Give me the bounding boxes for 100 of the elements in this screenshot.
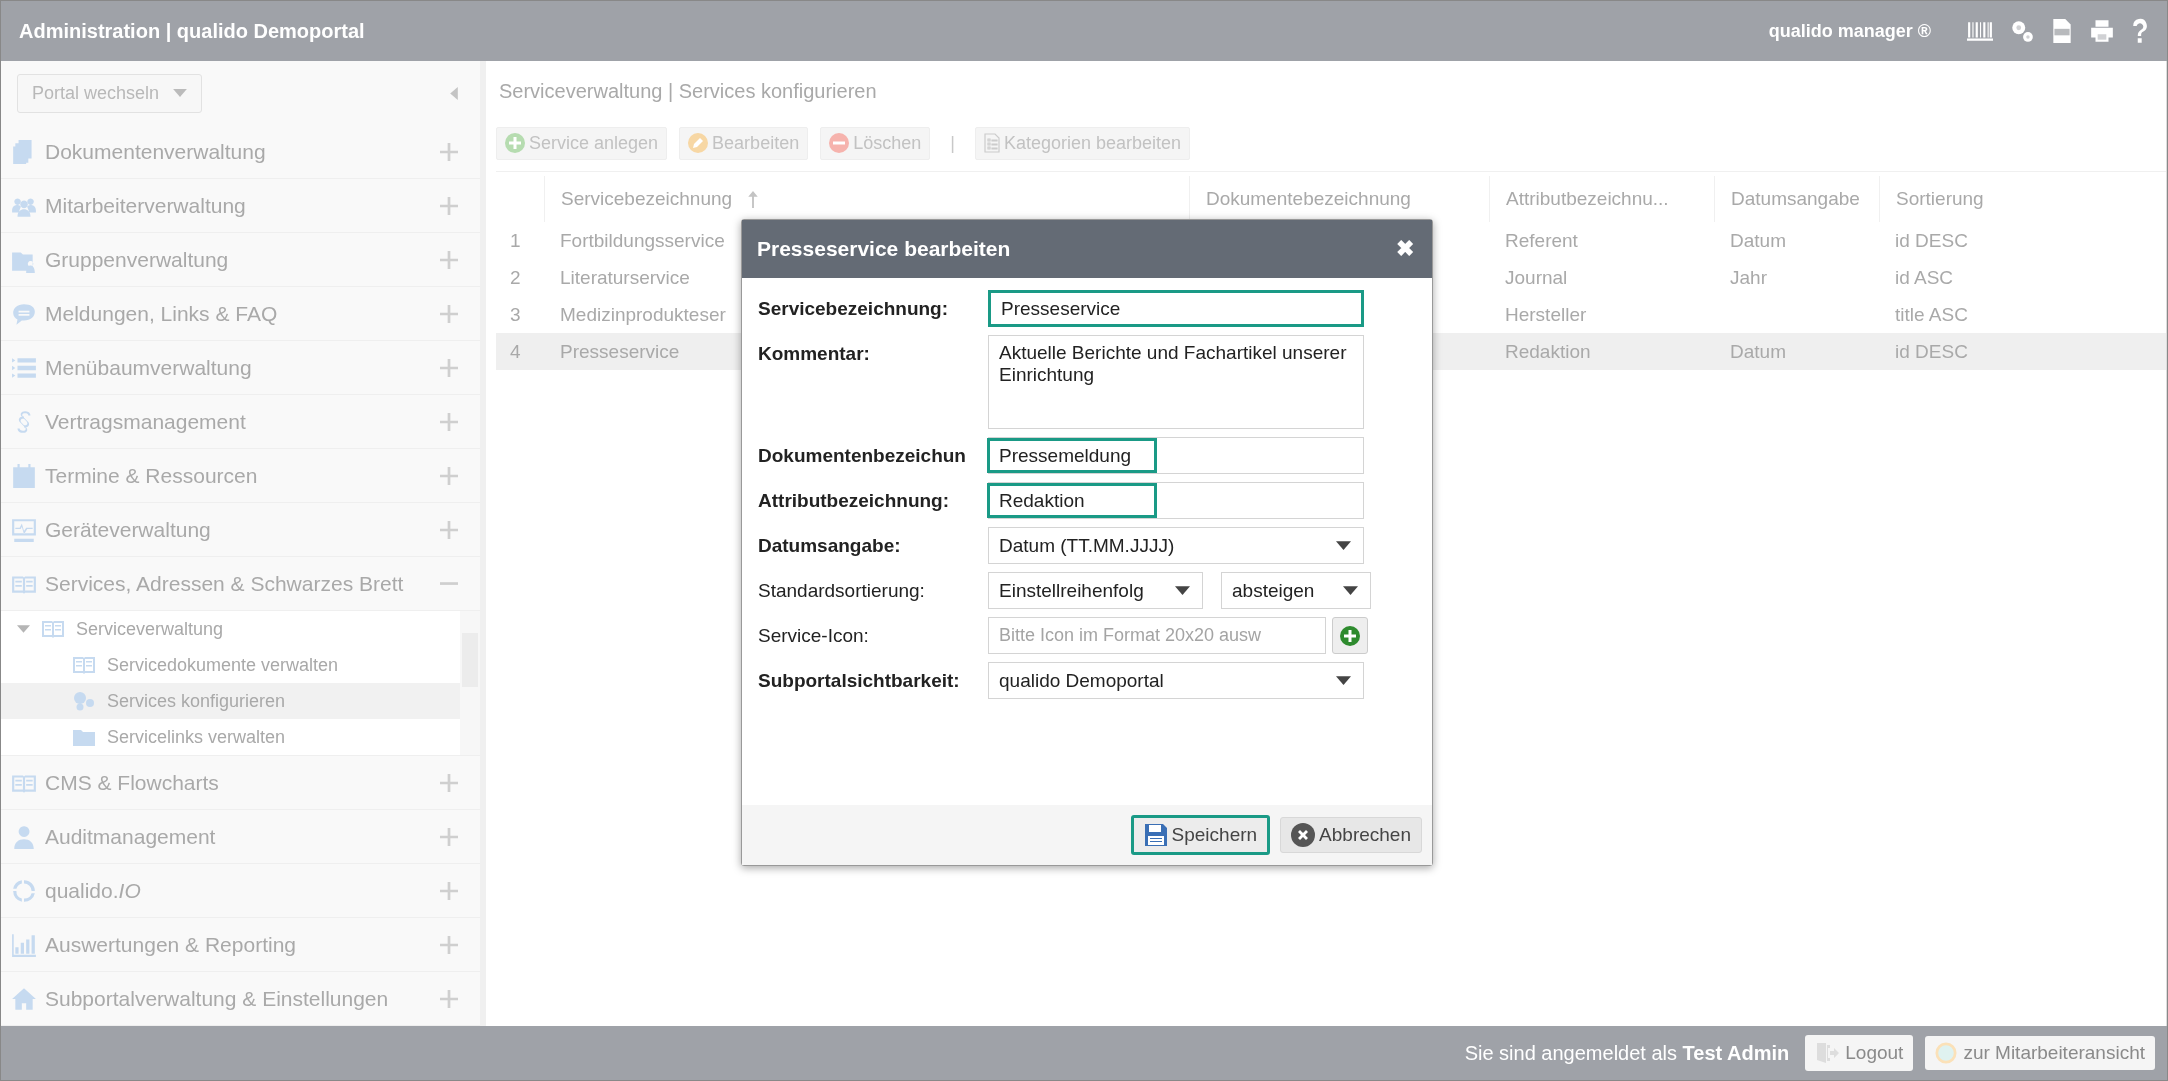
table-cell: Medizinprodukteser bbox=[560, 303, 726, 326]
nav-item[interactable]: Dokumentenverwaltung bbox=[1, 125, 480, 179]
caret-icon[interactable] bbox=[17, 625, 30, 633]
nav-label: CMS & Flowcharts bbox=[45, 770, 220, 795]
person-icon bbox=[11, 823, 37, 850]
plus-icon[interactable] bbox=[440, 773, 458, 792]
table-cell: id DESC bbox=[1895, 340, 1968, 363]
plus-icon[interactable] bbox=[440, 520, 458, 539]
tree-item[interactable]: Serviceverwaltung bbox=[1, 611, 460, 647]
field-label: Standardsortierung: bbox=[758, 579, 926, 602]
text-field[interactable]: Pressemeldung bbox=[988, 437, 1364, 474]
plus-icon[interactable] bbox=[440, 358, 458, 377]
printer-icon[interactable] bbox=[2089, 18, 2115, 44]
close-circle-icon bbox=[1291, 823, 1316, 847]
field-label: Kommentar: bbox=[758, 342, 871, 365]
nav-label: Menübaumverwaltung bbox=[45, 355, 253, 380]
add-icon-button[interactable] bbox=[1332, 617, 1368, 654]
tree-item[interactable]: Servicedokumente verwalten bbox=[1, 647, 460, 683]
save-button[interactable]: Speichern bbox=[1130, 815, 1271, 855]
logout-button[interactable]: Logout bbox=[1805, 1035, 1914, 1071]
dropdown[interactable]: Datum (TT.MM.JJJJ) bbox=[988, 527, 1364, 564]
nav-item[interactable]: Auditmanagement bbox=[1, 810, 480, 864]
nav-item[interactable]: Menübaumverwaltung bbox=[1, 341, 480, 395]
toolbar-separator: | bbox=[949, 132, 956, 154]
table-cell: Hersteller bbox=[1505, 303, 1587, 326]
nav-label: Gruppenverwaltung bbox=[45, 247, 230, 272]
nav-item[interactable]: Geräteverwaltung bbox=[1, 503, 480, 557]
dropdown[interactable]: qualido Demoportal bbox=[988, 662, 1364, 699]
tree-label: Serviceverwaltung bbox=[76, 618, 224, 640]
plus-icon[interactable] bbox=[440, 827, 458, 846]
plus-icon[interactable] bbox=[440, 935, 458, 954]
field-label: Service-Icon: bbox=[758, 624, 870, 647]
tree-item[interactable]: Services konfigurieren bbox=[1, 683, 460, 719]
nav-label: Termine & Ressourcen bbox=[45, 463, 259, 488]
caret-icon bbox=[1175, 586, 1190, 595]
document-icon[interactable] bbox=[2051, 18, 2073, 44]
field-label: Subportalsichtbarkeit: bbox=[758, 669, 961, 692]
table-cell: Jahr bbox=[1730, 266, 1767, 289]
plus-icon[interactable] bbox=[440, 250, 458, 269]
field-label: Datumsangabe: bbox=[758, 534, 902, 557]
row-number: 2 bbox=[510, 266, 521, 289]
help-icon[interactable] bbox=[2131, 17, 2149, 45]
table-cell: id ASC bbox=[1895, 266, 1954, 289]
barcode-icon[interactable] bbox=[1967, 20, 1993, 42]
caret-icon bbox=[1336, 676, 1351, 685]
nav-item[interactable]: Meldungen, Links & FAQ bbox=[1, 287, 480, 341]
nav-label: Meldungen, Links & FAQ bbox=[45, 301, 279, 326]
text-field[interactable]: Redaktion bbox=[988, 482, 1364, 519]
book-icon bbox=[71, 655, 97, 675]
tree-item[interactable]: Servicelinks verwalten bbox=[1, 719, 460, 755]
caret-icon bbox=[173, 89, 188, 97]
column-header[interactable]: Attributbezeichnu... bbox=[1489, 176, 1714, 222]
dropdown[interactable]: absteigen bbox=[1221, 572, 1371, 609]
plus-icon[interactable] bbox=[440, 989, 458, 1008]
plus-icon[interactable] bbox=[440, 412, 458, 431]
comment-textarea[interactable]: Aktuelle Berichte und Fachartikel unserer Einrichtung bbox=[988, 335, 1364, 429]
calendar-icon bbox=[11, 462, 37, 489]
plus-icon[interactable] bbox=[440, 466, 458, 485]
nav-label: Subportalverwaltung & Einstellungen bbox=[45, 986, 390, 1011]
icon-file-field[interactable]: Bitte Icon im Format 20x20 ausw bbox=[988, 617, 1326, 654]
field-label: Servicebezeichnung: bbox=[758, 297, 950, 320]
nav-label: Services, Adressen & Schwarzes Brett bbox=[45, 571, 405, 596]
text-field[interactable]: Presseservice bbox=[988, 290, 1364, 327]
dialog-title: Presseservice bearbeiten bbox=[757, 237, 1011, 261]
nav-item[interactable]: Gruppenverwaltung bbox=[1, 233, 480, 287]
collapse-icon[interactable] bbox=[450, 86, 458, 100]
book-icon bbox=[40, 619, 66, 639]
table-cell: Fortbildungsservice bbox=[560, 229, 725, 252]
nav-item[interactable]: Mitarbeiterverwaltung bbox=[1, 179, 480, 233]
column-header[interactable]: Sortierung bbox=[1879, 176, 1999, 222]
ring-icon bbox=[11, 877, 37, 904]
nav-item[interactable]: Auswertungen & Reporting bbox=[1, 918, 480, 972]
tree-label: Servicelinks verwalten bbox=[107, 726, 286, 748]
dropdown[interactable]: Einstellreihenfolg bbox=[988, 572, 1203, 609]
door-exit-icon bbox=[1815, 1041, 1840, 1065]
caret-icon bbox=[1343, 586, 1358, 595]
plus-icon[interactable] bbox=[440, 304, 458, 323]
nav-item[interactable]: Termine & Ressourcen bbox=[1, 449, 480, 503]
nav-item[interactable]: Vertragsmanagement bbox=[1, 395, 480, 449]
page-title: Serviceverwaltung | Services konfigurieren bbox=[498, 78, 878, 104]
tree-label: Servicedokumente verwalten bbox=[107, 654, 339, 676]
cancel-button[interactable]: Abbrechen bbox=[1280, 817, 1422, 853]
table-cell: Redaktion bbox=[1505, 340, 1591, 363]
column-header[interactable]: Datumsangabe bbox=[1714, 176, 1879, 222]
table-cell: Journal bbox=[1505, 266, 1568, 289]
close-button[interactable]: ✖ bbox=[1392, 236, 1418, 262]
portal-switch-dropdown[interactable]: Portal wechseln bbox=[17, 73, 203, 113]
plus-circle-icon bbox=[1340, 625, 1360, 646]
plus-icon[interactable] bbox=[440, 142, 458, 161]
table-cell: title ASC bbox=[1895, 303, 1968, 326]
staff-view-button[interactable]: zur Mitarbeiteransicht bbox=[1925, 1036, 2155, 1070]
nav-item[interactable]: CMS & Flowcharts bbox=[1, 756, 480, 810]
nav-item[interactable]: qualido.IO bbox=[1, 864, 480, 918]
nav-label: Auditmanagement bbox=[45, 824, 217, 849]
plus-icon[interactable] bbox=[440, 196, 458, 215]
minus-circle-icon bbox=[829, 133, 850, 153]
plus-icon[interactable] bbox=[440, 881, 458, 900]
nav-label: Mitarbeiterverwaltung bbox=[45, 193, 247, 218]
nav-label: Geräteverwaltung bbox=[45, 517, 212, 542]
table-cell: Datum bbox=[1730, 229, 1786, 252]
